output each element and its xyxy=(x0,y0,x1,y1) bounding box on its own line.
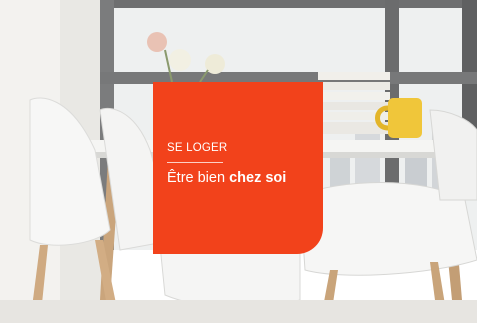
window-frame-top xyxy=(100,0,477,8)
flower xyxy=(169,49,191,71)
book xyxy=(318,72,390,80)
headline-bold: chez soi xyxy=(229,170,287,186)
book xyxy=(322,82,390,90)
headline-regular: Être bien xyxy=(167,170,230,186)
floor xyxy=(0,300,477,323)
book xyxy=(320,92,390,100)
promo-overlay: SE LOGER Être bien chez soi xyxy=(153,82,323,254)
flower xyxy=(147,32,167,52)
promo-card: SE LOGER Être bien chez soi xyxy=(0,0,477,323)
headline: Être bien chez soi xyxy=(167,170,286,186)
section-label: SE LOGER xyxy=(167,142,228,154)
divider xyxy=(167,162,223,163)
mug xyxy=(388,98,422,138)
